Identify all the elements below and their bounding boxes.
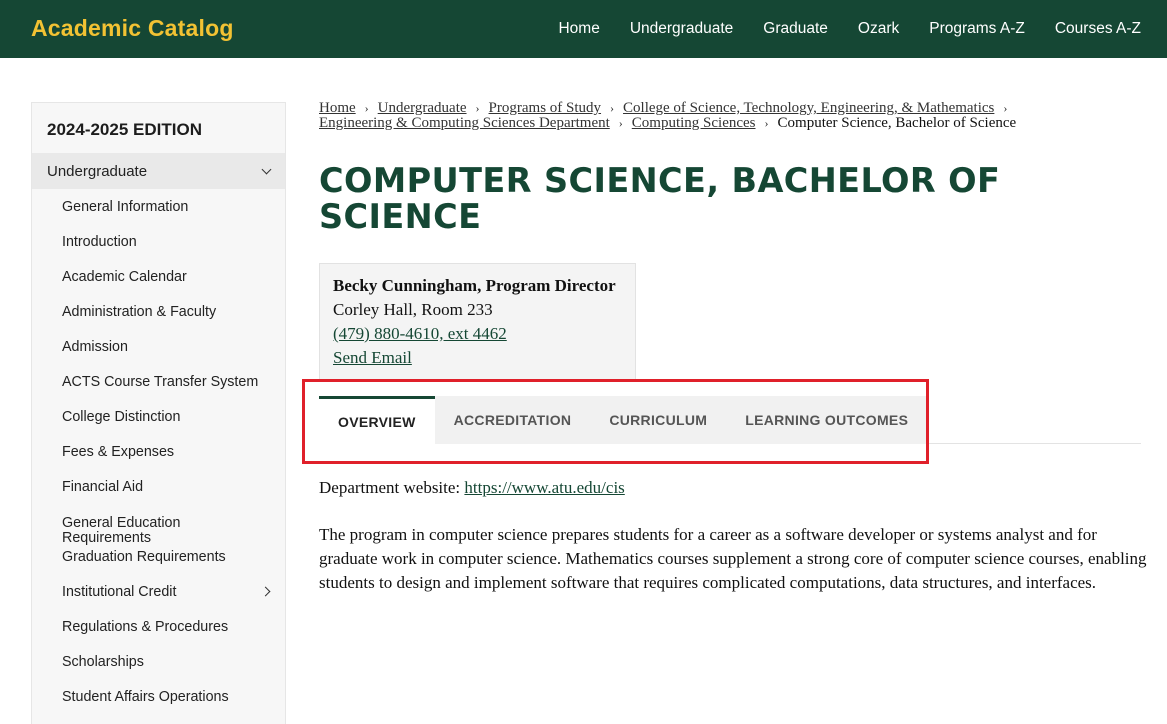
sidebar-section-label: Undergraduate xyxy=(47,163,148,180)
sidebar-item-academic-calendar[interactable]: Academic Calendar xyxy=(32,259,285,294)
send-email-link[interactable]: Send Email xyxy=(333,346,622,370)
sidebar-item-college-distinction[interactable]: College Distinction xyxy=(32,399,285,434)
breadcrumb-separator-icon: › xyxy=(364,101,369,115)
chevron-down-icon[interactable] xyxy=(261,164,272,175)
breadcrumb-current: Computer Science, Bachelor of Science xyxy=(777,115,1017,131)
breadcrumb-undergraduate[interactable]: Undergraduate xyxy=(378,100,467,116)
sidebar-item-financial-aid[interactable]: Financial Aid xyxy=(32,469,285,504)
sidebar-item-acts[interactable]: ACTS Course Transfer System xyxy=(32,364,285,399)
breadcrumb-separator-icon: › xyxy=(1003,101,1008,115)
department-website-link[interactable]: https://www.atu.edu/cis xyxy=(464,478,624,497)
sidebar-item-admission[interactable]: Admission xyxy=(32,329,285,364)
nav-ozark[interactable]: Ozark xyxy=(858,20,899,38)
highlight-box xyxy=(302,379,929,464)
breadcrumb-engineering-computing[interactable]: Engineering & Computing Sciences Departm… xyxy=(319,115,610,131)
breadcrumb-college-stem[interactable]: College of Science, Technology, Engineer… xyxy=(623,100,994,116)
site-header: Academic Catalog Home Undergraduate Grad… xyxy=(0,0,1167,58)
breadcrumb-separator-icon: › xyxy=(610,101,615,115)
contact-card: Becky Cunningham, Program Director Corle… xyxy=(319,263,636,381)
breadcrumb-separator-icon: › xyxy=(475,101,480,115)
breadcrumb-home[interactable]: Home xyxy=(319,100,356,116)
sidebar-item-graduation-requirements[interactable]: Graduation Requirements xyxy=(32,539,285,574)
sidebar-item-administration-faculty[interactable]: Administration & Faculty xyxy=(32,294,285,329)
sidebar-item-scholarships[interactable]: Scholarships xyxy=(32,644,285,679)
breadcrumb: Home › Undergraduate › Programs of Study › Col… xyxy=(319,101,1149,131)
sidebar-item-introduction[interactable]: Introduction xyxy=(32,224,285,259)
contact-name: Becky Cunningham, Program Director xyxy=(333,276,616,295)
sidebar-item-general-information[interactable]: General Information xyxy=(32,189,285,224)
breadcrumb-programs-of-study[interactable]: Programs of Study xyxy=(489,100,602,116)
main-nav: Home Undergraduate Graduate Ozark Progra… xyxy=(528,0,1141,58)
contact-phone-link[interactable]: (479) 880-4610, ext 4462 xyxy=(333,322,622,346)
sidebar: 2024-2025 EDITION Undergraduate General … xyxy=(31,102,286,724)
breadcrumb-computing-sciences[interactable]: Computing Sciences xyxy=(632,115,756,131)
sidebar-item-regulations[interactable]: Regulations & Procedures xyxy=(32,609,285,644)
sidebar-item-student-affairs[interactable]: Student Affairs Operations xyxy=(32,679,285,714)
program-description: The program in computer science prepares… xyxy=(319,525,1147,592)
contact-office: Corley Hall, Room 233 xyxy=(333,300,493,319)
sidebar-item-general-education[interactable]: General Education Requirements xyxy=(32,504,232,546)
sidebar-item-institutional-credit[interactable]: Institutional Credit xyxy=(32,574,285,609)
department-website: Department website: https://www.atu.edu/… xyxy=(319,478,625,498)
nav-graduate[interactable]: Graduate xyxy=(763,20,828,38)
sidebar-item-label: Institutional Credit xyxy=(62,584,177,600)
site-logo-text[interactable]: Academic Catalog xyxy=(31,15,234,42)
sidebar-list: General Information Introduction Academi… xyxy=(32,189,285,714)
sidebar-item-fees-expenses[interactable]: Fees & Expenses xyxy=(32,434,285,469)
breadcrumb-separator-icon: › xyxy=(618,116,623,130)
sidebar-section-undergraduate[interactable]: Undergraduate xyxy=(32,153,285,189)
department-website-label: Department website: xyxy=(319,478,465,497)
page-title: COMPUTER SCIENCE, BACHELOR OF SCIENCE xyxy=(319,161,1001,236)
edition-heading: 2024-2025 EDITION xyxy=(47,120,202,139)
breadcrumb-separator-icon: › xyxy=(764,116,769,130)
nav-undergraduate[interactable]: Undergraduate xyxy=(630,20,733,38)
nav-programs-a-z[interactable]: Programs A-Z xyxy=(929,20,1025,38)
chevron-right-icon[interactable] xyxy=(260,586,271,597)
nav-home[interactable]: Home xyxy=(558,20,599,38)
nav-courses-a-z[interactable]: Courses A-Z xyxy=(1055,20,1141,38)
